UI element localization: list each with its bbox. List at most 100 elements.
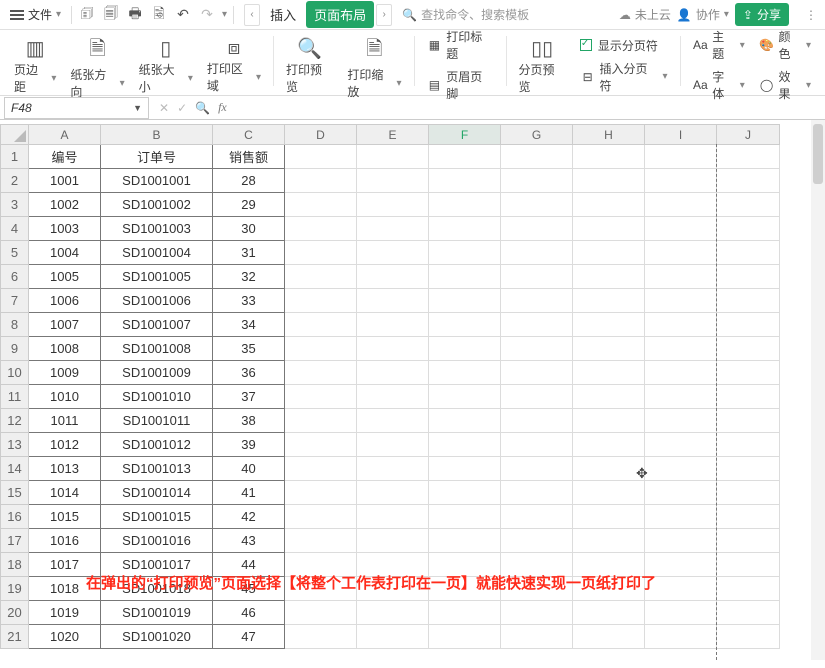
cell-I6[interactable] [645,265,717,289]
cell-J7[interactable] [717,289,780,313]
cell-A2[interactable]: 1001 [29,169,101,193]
cell-G16[interactable] [501,505,573,529]
cell-A10[interactable]: 1009 [29,361,101,385]
row-header[interactable]: 19 [1,577,29,601]
cell-E2[interactable] [357,169,429,193]
cell-E4[interactable] [357,217,429,241]
row-header[interactable]: 10 [1,361,29,385]
cell-F14[interactable] [429,457,501,481]
cell-C18[interactable]: 44 [213,553,285,577]
cell-D10[interactable] [285,361,357,385]
cell-D12[interactable] [285,409,357,433]
cell-G12[interactable] [501,409,573,433]
print-area-button[interactable]: ⧈ 打印区域▾ [201,36,267,94]
cell-A7[interactable]: 1006 [29,289,101,313]
cell-D17[interactable] [285,529,357,553]
cell-E12[interactable] [357,409,429,433]
cell-G19[interactable] [501,577,573,601]
cell-J8[interactable] [717,313,780,337]
cell-B6[interactable]: SD1001005 [101,265,213,289]
cell-H4[interactable] [573,217,645,241]
row-header[interactable]: 4 [1,217,29,241]
cell-A14[interactable]: 1013 [29,457,101,481]
command-search[interactable]: 🔍 查找命令、搜索模板 [402,6,529,23]
cell-C12[interactable]: 38 [213,409,285,433]
cell-F4[interactable] [429,217,501,241]
cell-A21[interactable]: 1020 [29,625,101,649]
cell-E18[interactable] [357,553,429,577]
cell-A18[interactable]: 1017 [29,553,101,577]
col-header-E[interactable]: E [357,125,429,145]
cell-D13[interactable] [285,433,357,457]
cell-G3[interactable] [501,193,573,217]
cell-A9[interactable]: 1008 [29,337,101,361]
cell-F6[interactable] [429,265,501,289]
cell-G14[interactable] [501,457,573,481]
search-fx-icon[interactable]: 🔍 [195,101,210,115]
tab-insert[interactable]: 插入 [262,1,304,28]
cell-B15[interactable]: SD1001014 [101,481,213,505]
cell-A3[interactable]: 1002 [29,193,101,217]
color-button[interactable]: 🎨颜色▾ [759,28,811,62]
cell-E5[interactable] [357,241,429,265]
cell-E15[interactable] [357,481,429,505]
cell-A12[interactable]: 1011 [29,409,101,433]
vertical-scrollbar[interactable] [811,120,825,660]
cell-B17[interactable]: SD1001016 [101,529,213,553]
cell-I19[interactable] [645,577,717,601]
cell-A6[interactable]: 1005 [29,265,101,289]
col-header-F[interactable]: F [429,125,501,145]
cell-D19[interactable] [285,577,357,601]
collab-button[interactable]: 👤 协作 ▾ [677,6,729,23]
cell-D14[interactable] [285,457,357,481]
cell-H10[interactable] [573,361,645,385]
cell-C21[interactable]: 47 [213,625,285,649]
cell-D9[interactable] [285,337,357,361]
cell-B2[interactable]: SD1001001 [101,169,213,193]
cell-A11[interactable]: 1010 [29,385,101,409]
cell-H11[interactable] [573,385,645,409]
cell-I21[interactable] [645,625,717,649]
cell-F11[interactable] [429,385,501,409]
cell-D1[interactable] [285,145,357,169]
print-preview-button[interactable]: 🔍 打印预览 [280,36,339,94]
row-header[interactable]: 2 [1,169,29,193]
cell-H12[interactable] [573,409,645,433]
cell-I17[interactable] [645,529,717,553]
cell-G9[interactable] [501,337,573,361]
row-header[interactable]: 17 [1,529,29,553]
cell-F3[interactable] [429,193,501,217]
cell-F21[interactable] [429,625,501,649]
cell-F7[interactable] [429,289,501,313]
row-header[interactable]: 15 [1,481,29,505]
cell-I15[interactable] [645,481,717,505]
cell-G13[interactable] [501,433,573,457]
cell-J1[interactable] [717,145,780,169]
cell-C5[interactable]: 31 [213,241,285,265]
cell-J4[interactable] [717,217,780,241]
cell-A17[interactable]: 1016 [29,529,101,553]
cell-B5[interactable]: SD1001004 [101,241,213,265]
cell-B13[interactable]: SD1001012 [101,433,213,457]
cell-J14[interactable] [717,457,780,481]
cell-B19[interactable]: SD1001018 [101,577,213,601]
cell-E20[interactable] [357,601,429,625]
cell-I13[interactable] [645,433,717,457]
cell-C17[interactable]: 43 [213,529,285,553]
cell-D5[interactable] [285,241,357,265]
cell-F2[interactable] [429,169,501,193]
cell-G17[interactable] [501,529,573,553]
cell-C9[interactable]: 35 [213,337,285,361]
col-header-G[interactable]: G [501,125,573,145]
cell-F20[interactable] [429,601,501,625]
qat-dropdown[interactable]: ▾ [222,9,227,20]
worksheet-area[interactable]: ABCDEFGHIJ1编号订单号销售额21001SD10010012831002… [0,120,825,660]
row-header[interactable]: 6 [1,265,29,289]
cell-H7[interactable] [573,289,645,313]
cell-H16[interactable] [573,505,645,529]
more-icon[interactable]: ⋮ [805,8,819,22]
cell-J3[interactable] [717,193,780,217]
cell-G21[interactable] [501,625,573,649]
row-header[interactable]: 7 [1,289,29,313]
cell-I20[interactable] [645,601,717,625]
